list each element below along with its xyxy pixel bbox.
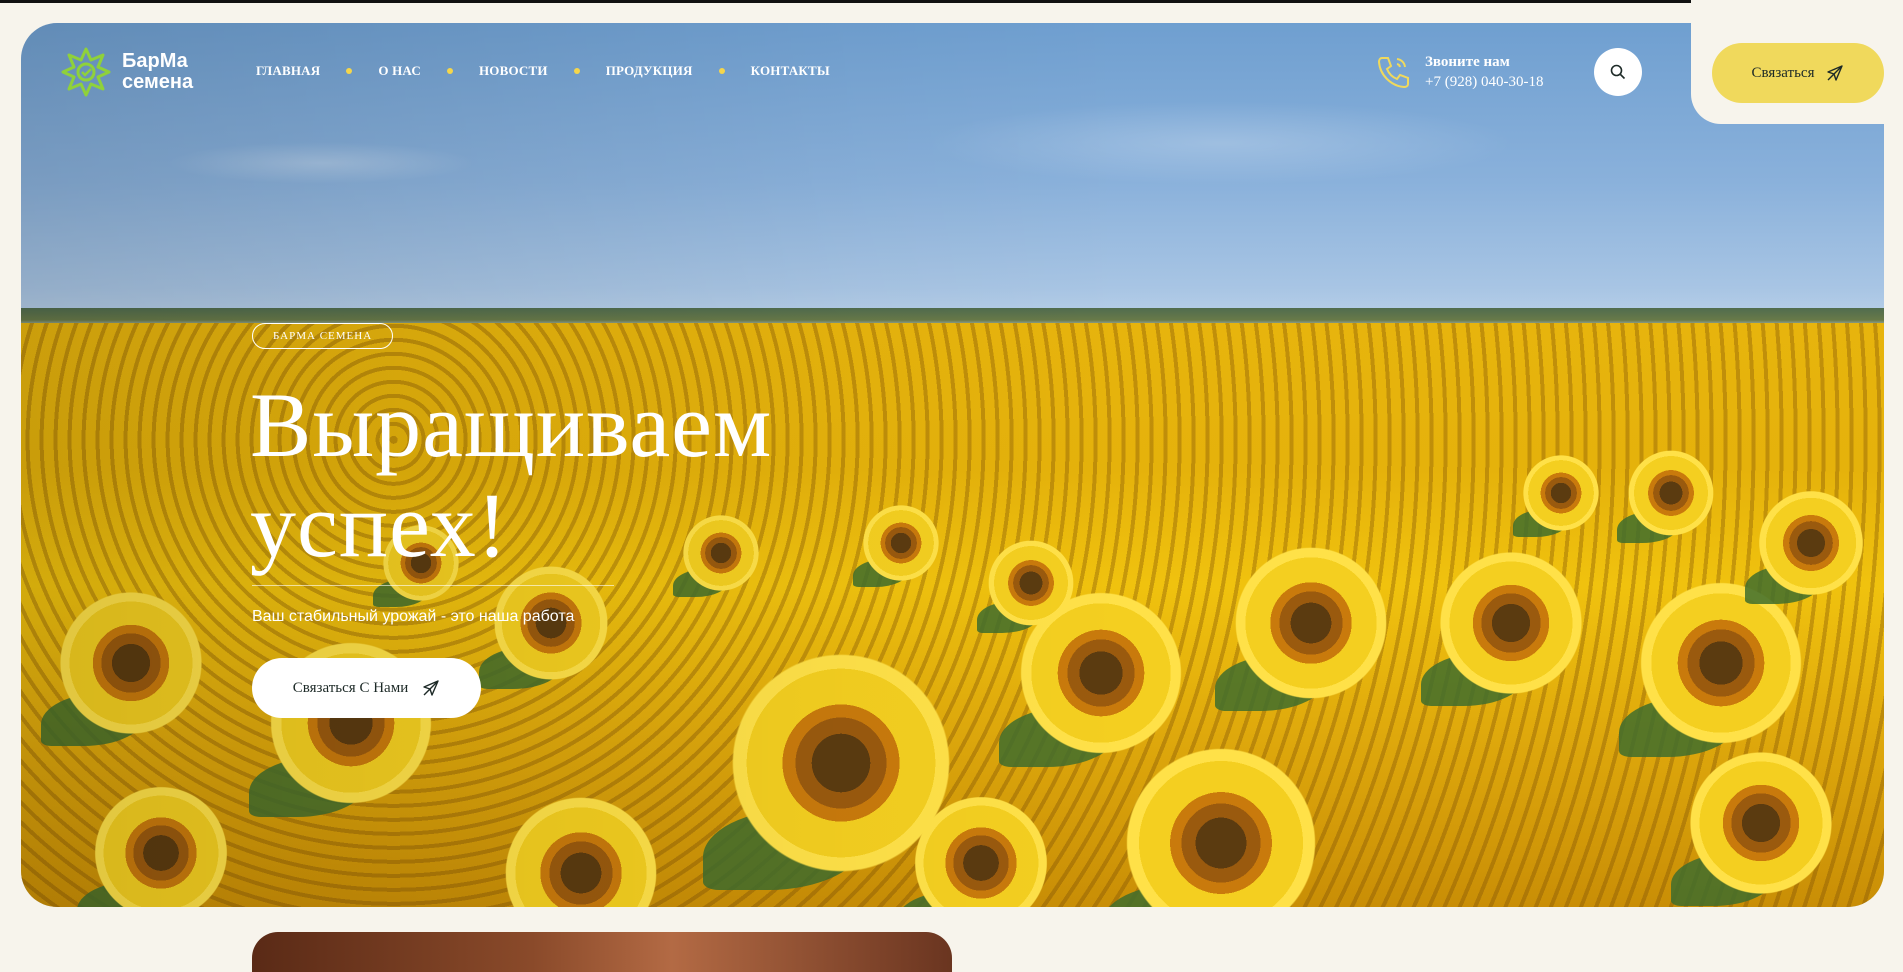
hero-badge: БАРМА СЕМЕНА (252, 323, 394, 349)
hero-headline: Выращиваем успех! (250, 375, 950, 575)
headline-line-1: Выращиваем (250, 374, 773, 476)
nav-separator-dot (718, 68, 725, 74)
contact-button-label: Связаться (1751, 64, 1815, 81)
nav-item-home[interactable]: ГЛАВНАЯ (256, 63, 320, 79)
headline-line-2: успех! (250, 474, 509, 576)
next-section-image (252, 932, 952, 972)
contact-button[interactable]: Связаться (1712, 43, 1884, 103)
phone-number[interactable]: +7 (928) 040-30-18 (1425, 74, 1543, 90)
paper-plane-icon (423, 680, 439, 696)
phone-block[interactable]: Звоните нам +7 (928) 040-30-18 (1373, 52, 1543, 92)
main-nav: ГЛАВНАЯ О НАС НОВОСТИ ПРОДУКЦИЯ КОНТАКТЫ (256, 63, 830, 79)
phone-text: Звоните нам +7 (928) 040-30-18 (1425, 52, 1543, 92)
nav-item-products[interactable]: ПРОДУКЦИЯ (606, 63, 693, 79)
top-border (0, 0, 1903, 3)
logo[interactable]: БарМа семена (60, 46, 193, 98)
hero-subtitle: Ваш стабильный урожай - это наша работа (252, 608, 575, 625)
logo-text: БарМа семена (122, 51, 193, 93)
hero-divider (252, 585, 614, 586)
nav-separator-dot (346, 68, 353, 74)
sun-logo-icon (61, 47, 111, 97)
phone-icon (1377, 57, 1409, 89)
logo-line-1: БарМа (122, 50, 188, 72)
contact-us-button[interactable]: Связаться С Нами (252, 658, 481, 718)
phone-caption: Звоните нам (1425, 54, 1510, 70)
nav-item-contacts[interactable]: КОНТАКТЫ (751, 63, 830, 79)
nav-item-news[interactable]: НОВОСТИ (479, 63, 548, 79)
contact-us-label: Связаться С Нами (292, 679, 409, 696)
paper-plane-icon (1827, 65, 1844, 81)
nav-separator-dot (446, 68, 453, 74)
logo-line-2: семена (122, 71, 194, 93)
nav-item-about[interactable]: О НАС (378, 63, 421, 79)
search-button[interactable] (1594, 48, 1642, 96)
search-icon (1610, 64, 1626, 80)
nav-separator-dot (573, 68, 580, 74)
